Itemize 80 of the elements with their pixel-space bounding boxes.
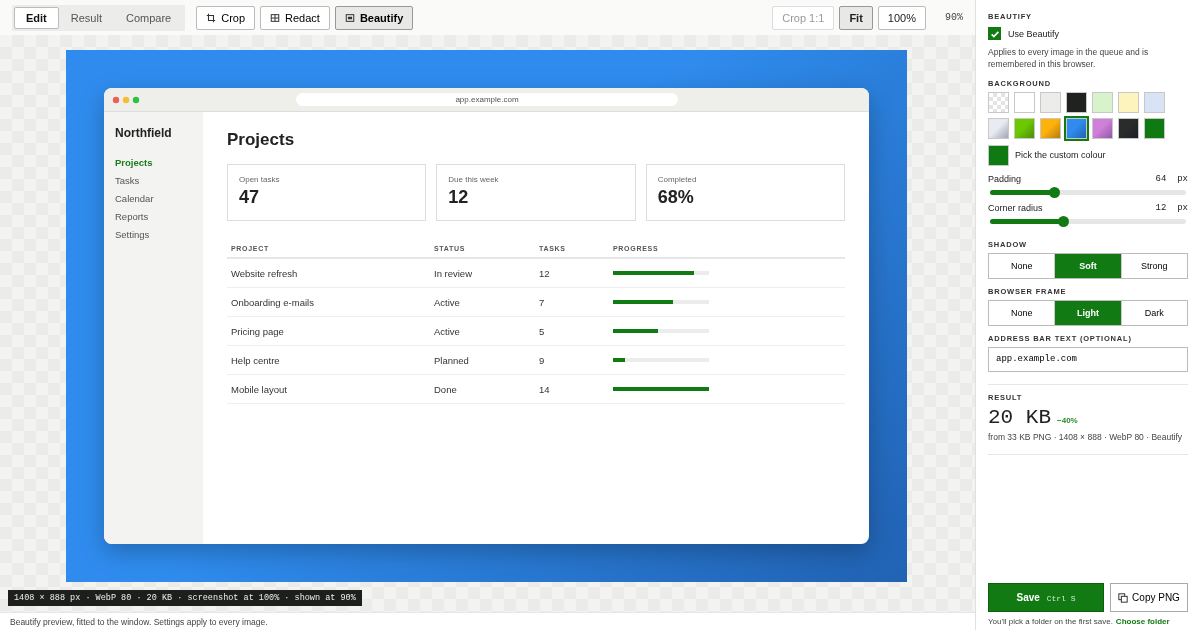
color-swatch[interactable]: [1144, 91, 1165, 113]
slider-value: 12 px: [1155, 202, 1188, 213]
checkbox-label: Use Beautify: [1008, 28, 1060, 39]
color-swatch[interactable]: [1092, 91, 1113, 113]
page-title: Projects: [227, 130, 296, 150]
save-button[interactable]: Save Ctrl S: [988, 583, 1104, 612]
color-swatch[interactable]: [1014, 91, 1035, 113]
tool-button[interactable]: Redact: [260, 5, 330, 30]
nav-item[interactable]: Reports: [115, 208, 192, 226]
color-swatch[interactable]: [1066, 117, 1087, 139]
color-swatch[interactable]: [1118, 117, 1139, 139]
color-swatch[interactable]: [1118, 91, 1139, 113]
address-bar: app.example.com: [296, 93, 678, 106]
help-text: Applies to every image in the queue and is remembered in this browser.: [988, 46, 1150, 71]
color-swatch[interactable]: [1144, 117, 1165, 139]
mode-tab[interactable]: Edit: [14, 6, 59, 29]
choose-folder-link[interactable]: Choose folder: [1115, 617, 1170, 626]
color-swatch[interactable]: [988, 117, 1009, 139]
brand-name: Northfield: [115, 126, 173, 140]
table-cell-text: Done: [434, 383, 458, 395]
color-swatch[interactable]: [1040, 117, 1061, 139]
color-swatch[interactable]: [1040, 91, 1061, 113]
nav-item[interactable]: Projects: [115, 154, 192, 172]
result-size: 20 KB: [988, 405, 1051, 429]
custom-color-label: Pick the custom colour: [1015, 150, 1106, 161]
info-badge: 1408 × 888 px · WebP 80 · 20 KB · screenshot at 100% · shown at 90%: [8, 590, 362, 606]
color-swatch[interactable]: [988, 144, 1009, 166]
zoom-button[interactable]: Fit: [839, 5, 873, 30]
table-cell-text: Active: [434, 325, 461, 337]
table-cell-text: Pricing page: [231, 325, 285, 337]
slider[interactable]: [990, 218, 1186, 224]
table-cell-text: Active: [434, 296, 461, 308]
table-cell-text: In review: [434, 267, 473, 279]
status-text: Beautify preview, fitted to the window. Settings apply to every image.: [0, 612, 975, 630]
footer-note: You'll pick a folder on the first save.: [988, 617, 1113, 626]
address-input[interactable]: app.example.com: [988, 346, 1188, 372]
color-swatch[interactable]: [1014, 117, 1035, 139]
table-cell-text: 9: [539, 354, 546, 366]
table-cell-text: Onboarding e-mails: [231, 296, 315, 308]
mode-tab[interactable]: Compare: [113, 6, 184, 29]
table-cell-text: 12: [539, 267, 551, 279]
color-swatch[interactable]: [1092, 117, 1113, 139]
slider-label: Padding: [988, 173, 1022, 184]
table-cell-text: 7: [539, 296, 546, 308]
table-cell-text: 5: [539, 325, 546, 337]
slider-value: 64 px: [1155, 173, 1188, 184]
stat-label: Due this week: [448, 175, 500, 184]
stat-value: 47: [239, 187, 261, 208]
stat-label: Open tasks: [239, 175, 281, 184]
tool-button[interactable]: Crop: [196, 5, 256, 30]
table-cell-text: Planned: [434, 354, 470, 366]
zoom-level: 90%: [945, 12, 963, 23]
size-change: −40%: [1057, 415, 1078, 425]
stat-value: 68%: [657, 187, 695, 208]
copy-button[interactable]: Copy PNG: [1110, 583, 1188, 612]
nav-item[interactable]: Calendar: [115, 190, 192, 208]
slider-label: Corner radius: [988, 202, 1043, 213]
result-details: from 33 KB PNG · 1408 × 888 · WebP 80 · Beautify: [988, 431, 1184, 442]
checkbox[interactable]: [988, 27, 1001, 40]
frame-icon: [344, 12, 355, 23]
color-swatch[interactable]: [988, 91, 1009, 113]
table-cell-text: Website refresh: [231, 267, 299, 279]
stat-label: Completed: [657, 175, 698, 184]
color-swatch[interactable]: [1066, 91, 1087, 113]
segment-button[interactable]: Light: [1055, 300, 1122, 325]
table-cell-text: 14: [539, 383, 551, 395]
mode-tab[interactable]: Result: [58, 6, 114, 29]
copy-icon: [1118, 592, 1129, 603]
grid-icon: [270, 12, 281, 23]
table-cell-text: Help centre: [231, 354, 281, 366]
zoom-button[interactable]: 100%: [877, 5, 926, 30]
nav-item[interactable]: Tasks: [115, 172, 192, 190]
segment-button[interactable]: Soft: [1055, 253, 1122, 278]
nav-item[interactable]: Settings: [115, 226, 192, 244]
slider[interactable]: [990, 189, 1186, 195]
crop-icon: [206, 12, 217, 23]
window-controls-icon: [112, 95, 142, 104]
stat-value: 12: [448, 187, 470, 208]
tool-button[interactable]: Beautify: [334, 5, 414, 30]
table-cell-text: Mobile layout: [231, 383, 288, 395]
